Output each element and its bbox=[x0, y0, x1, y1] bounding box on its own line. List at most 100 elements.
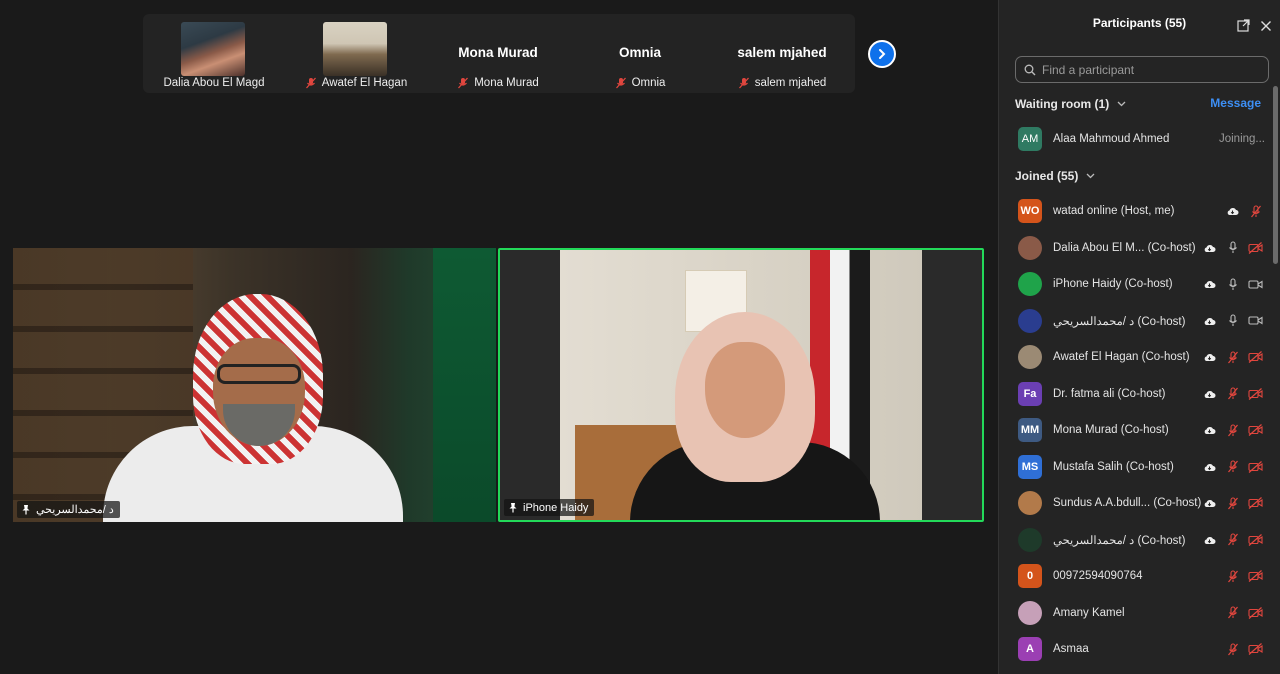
participant-thumbnail bbox=[181, 22, 245, 76]
mic-muted-icon[interactable] bbox=[1225, 569, 1240, 583]
search-input[interactable] bbox=[1042, 62, 1262, 77]
participant-controls bbox=[1225, 642, 1263, 656]
video-camera-off-icon[interactable] bbox=[1248, 424, 1263, 437]
participant-row[interactable]: Amany Kamel bbox=[999, 595, 1269, 631]
participant-row[interactable]: Dalia Abou El M... (Co-host) bbox=[999, 230, 1269, 266]
avatar: WO bbox=[1018, 199, 1042, 223]
close-icon[interactable] bbox=[1260, 19, 1272, 37]
video-name-tag: iPhone Haidy bbox=[504, 499, 595, 516]
participant-row[interactable]: د /محمدالسريحي (Co-host) bbox=[999, 522, 1269, 558]
avatar: A bbox=[1018, 637, 1042, 661]
tile-name-display: Omnia bbox=[618, 45, 661, 60]
video-camera-off-icon[interactable] bbox=[1248, 497, 1263, 510]
mic-muted-icon[interactable] bbox=[1225, 460, 1240, 473]
video-camera-icon[interactable] bbox=[1248, 278, 1263, 291]
participant-row[interactable]: Fa Dr. fatma ali (Co-host) bbox=[999, 376, 1269, 412]
participant-controls bbox=[1225, 606, 1263, 619]
gallery-tile[interactable]: Dalia Abou El Magd bbox=[143, 14, 285, 93]
avatar bbox=[1018, 345, 1042, 369]
participant-controls bbox=[1225, 204, 1263, 218]
gallery-tile[interactable]: Mona Murad Mona Murad bbox=[427, 14, 569, 93]
participant-controls bbox=[1202, 533, 1263, 546]
participant-row[interactable]: Awatef El Hagan (Co-host) bbox=[999, 339, 1269, 375]
participant-row[interactable]: 0 00972594090764 bbox=[999, 558, 1269, 594]
participant-controls bbox=[1225, 569, 1263, 583]
chevron-down-icon bbox=[1117, 101, 1126, 107]
participant-row[interactable]: د /محمدالسريحي (Co-host) bbox=[999, 303, 1269, 339]
mic-icon[interactable] bbox=[1225, 277, 1240, 291]
tile-name-label: salem mjahed bbox=[711, 74, 853, 91]
mic-muted-icon[interactable] bbox=[1225, 423, 1240, 437]
video-camera-off-icon[interactable] bbox=[1248, 570, 1263, 583]
video-camera-off-icon[interactable] bbox=[1248, 606, 1263, 619]
participant-row[interactable]: Sundus A.A.bdull... (Co-host) bbox=[999, 485, 1269, 521]
mic-muted-icon[interactable] bbox=[1248, 204, 1263, 218]
participant-row[interactable]: AM Alaa Mahmoud Ahmed Joining... bbox=[999, 121, 1269, 157]
video-camera-off-icon[interactable] bbox=[1248, 241, 1263, 254]
mic-muted-icon[interactable] bbox=[1225, 350, 1240, 364]
video-camera-off-icon[interactable] bbox=[1248, 460, 1263, 473]
mic-icon[interactable] bbox=[1225, 241, 1240, 254]
participant-name: د /محمدالسريحي (Co-host) bbox=[1053, 315, 1186, 328]
mic-icon[interactable] bbox=[1225, 314, 1240, 327]
participant-row[interactable]: A Asmaa bbox=[999, 631, 1269, 667]
avatar: 0 bbox=[1018, 564, 1042, 588]
participant-row[interactable]: WO watad online (Host, me) bbox=[999, 193, 1269, 229]
mic-muted-icon[interactable] bbox=[1225, 642, 1240, 656]
cloud-icon bbox=[1202, 424, 1217, 437]
mic-muted-icon bbox=[738, 77, 750, 89]
pop-out-icon[interactable] bbox=[1237, 19, 1250, 37]
gallery-tile[interactable]: salem mjahed salem mjahed bbox=[711, 14, 853, 93]
video-tile-active-speaker[interactable]: iPhone Haidy bbox=[498, 248, 984, 522]
mic-muted-icon bbox=[457, 77, 469, 89]
participant-thumbnail bbox=[323, 22, 387, 76]
video-camera-off-icon[interactable] bbox=[1248, 387, 1263, 400]
participant-name: Awatef El Hagan (Co-host) bbox=[1053, 351, 1190, 363]
participant-name: Sundus A.A.bdull... (Co-host) bbox=[1053, 497, 1202, 509]
avatar: MS bbox=[1018, 454, 1042, 479]
pin-icon bbox=[21, 504, 31, 515]
video-camera-icon[interactable] bbox=[1248, 314, 1263, 327]
tile-name-label: Awatef El Hagan bbox=[285, 74, 427, 91]
chevron-right-icon bbox=[876, 48, 888, 60]
video-tile-left[interactable]: د /محمدالسريحي bbox=[13, 248, 496, 522]
participant-row[interactable]: MM Mona Murad (Co-host) bbox=[999, 412, 1269, 448]
participant-name: Mustafa Salih (Co-host) bbox=[1053, 460, 1174, 473]
participant-row[interactable]: MS Mustafa Salih (Co-host) bbox=[999, 449, 1269, 485]
mic-muted-icon[interactable] bbox=[1225, 496, 1240, 510]
video-person bbox=[630, 312, 880, 520]
video-camera-off-icon[interactable] bbox=[1248, 351, 1263, 364]
participant-controls bbox=[1202, 423, 1263, 437]
video-person bbox=[103, 286, 403, 522]
avatar: Fa bbox=[1018, 381, 1042, 406]
participant-name: Dr. fatma ali (Co-host) bbox=[1053, 387, 1166, 400]
mic-muted-icon[interactable] bbox=[1225, 606, 1240, 619]
chevron-down-icon bbox=[1086, 173, 1095, 179]
participant-controls bbox=[1202, 387, 1263, 400]
gallery-tile[interactable]: Awatef El Hagan bbox=[285, 14, 427, 93]
panel-scrollbar[interactable] bbox=[1273, 86, 1278, 264]
avatar bbox=[1018, 308, 1042, 333]
mic-muted-icon[interactable] bbox=[1225, 387, 1240, 400]
waiting-room-header[interactable]: Waiting room (1) bbox=[1015, 97, 1126, 111]
participant-status: Joining... bbox=[1218, 133, 1265, 145]
participant-row[interactable]: iPhone Haidy (Co-host) bbox=[999, 266, 1269, 302]
participant-controls bbox=[1202, 314, 1263, 327]
video-camera-off-icon[interactable] bbox=[1248, 643, 1263, 656]
waiting-room-message-button[interactable]: Message bbox=[1210, 96, 1261, 110]
gallery-next-button[interactable] bbox=[868, 40, 896, 68]
video-camera-off-icon[interactable] bbox=[1248, 533, 1263, 546]
participant-name: Alaa Mahmoud Ahmed bbox=[1053, 133, 1170, 145]
participant-search[interactable] bbox=[1015, 56, 1269, 83]
mic-muted-icon[interactable] bbox=[1225, 533, 1240, 546]
avatar: MM bbox=[1018, 418, 1042, 442]
participants-panel: Participants (55) Waiting room (1) Messa… bbox=[998, 0, 1280, 674]
gallery-tile[interactable]: Omnia Omnia bbox=[569, 14, 711, 93]
joined-header[interactable]: Joined (55) bbox=[1015, 169, 1095, 183]
participant-name: 00972594090764 bbox=[1053, 570, 1143, 582]
cloud-icon bbox=[1202, 278, 1217, 291]
participant-name: watad online (Host, me) bbox=[1053, 205, 1175, 217]
cloud-icon bbox=[1225, 205, 1240, 218]
cloud-icon bbox=[1202, 241, 1217, 254]
tile-name-display: Mona Murad bbox=[458, 45, 538, 60]
